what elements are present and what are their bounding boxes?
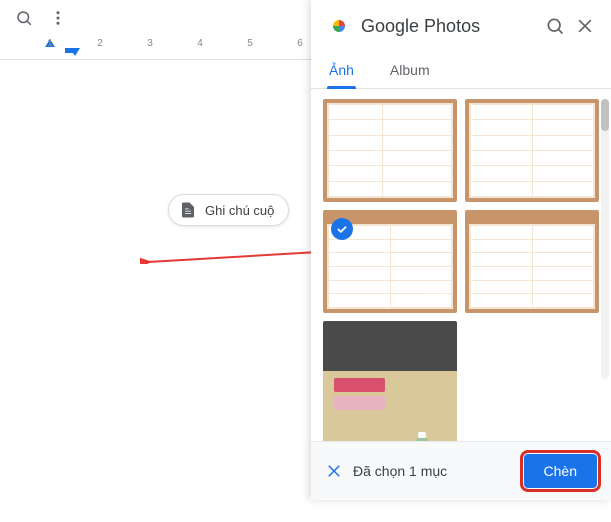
insert-button[interactable]: Chèn bbox=[524, 454, 597, 488]
bottle-shape bbox=[416, 438, 428, 441]
ruler-tick: 5 bbox=[247, 38, 253, 49]
photo-thumb[interactable] bbox=[323, 99, 457, 202]
indent-marker-rect[interactable] bbox=[65, 48, 75, 53]
tab-albums[interactable]: Album bbox=[388, 52, 432, 88]
panel-title: Google Photos bbox=[361, 16, 535, 37]
panel-search-icon[interactable] bbox=[545, 16, 565, 36]
selection-status: Đã chọn 1 mục bbox=[353, 463, 514, 479]
ruler-tick: 1 bbox=[47, 38, 53, 49]
side-note-label: Ghi chú cuộ bbox=[205, 203, 274, 218]
photo-gallery bbox=[311, 89, 611, 441]
ruler-tick: 3 bbox=[147, 38, 153, 49]
selected-check-icon bbox=[331, 218, 353, 240]
scrollbar-thumb[interactable] bbox=[601, 99, 609, 131]
document-body[interactable]: Ghi chú cuộ bbox=[0, 60, 310, 520]
deselect-icon[interactable] bbox=[325, 462, 343, 480]
panel-header: Google Photos bbox=[311, 0, 611, 52]
photo-thumb[interactable] bbox=[465, 210, 599, 313]
photo-thumb[interactable] bbox=[465, 99, 599, 202]
ruler-tick: 6 bbox=[297, 38, 303, 49]
tab-photos[interactable]: Ảnh bbox=[327, 52, 356, 88]
panel-footer: Đã chọn 1 mục Chèn bbox=[311, 441, 611, 500]
ruler-tick: 2 bbox=[97, 38, 103, 49]
panel-tabs: Ảnh Album bbox=[311, 52, 611, 89]
thumb-header bbox=[469, 214, 595, 224]
google-photos-panel: Google Photos Ảnh Album bbox=[311, 0, 611, 500]
photo-thumb[interactable] bbox=[323, 321, 457, 441]
magnify-icon[interactable] bbox=[429, 285, 447, 303]
search-icon[interactable] bbox=[10, 4, 38, 32]
photo-thumb-selected[interactable] bbox=[323, 210, 457, 313]
gallery-scrollbar[interactable] bbox=[601, 99, 609, 379]
google-photos-logo-icon bbox=[327, 14, 351, 38]
ruler-tick: 4 bbox=[197, 38, 203, 49]
side-note-pill[interactable]: Ghi chú cuộ bbox=[168, 194, 289, 226]
more-vert-icon[interactable] bbox=[44, 4, 72, 32]
note-icon bbox=[179, 201, 197, 219]
panel-close-icon[interactable] bbox=[575, 16, 595, 36]
